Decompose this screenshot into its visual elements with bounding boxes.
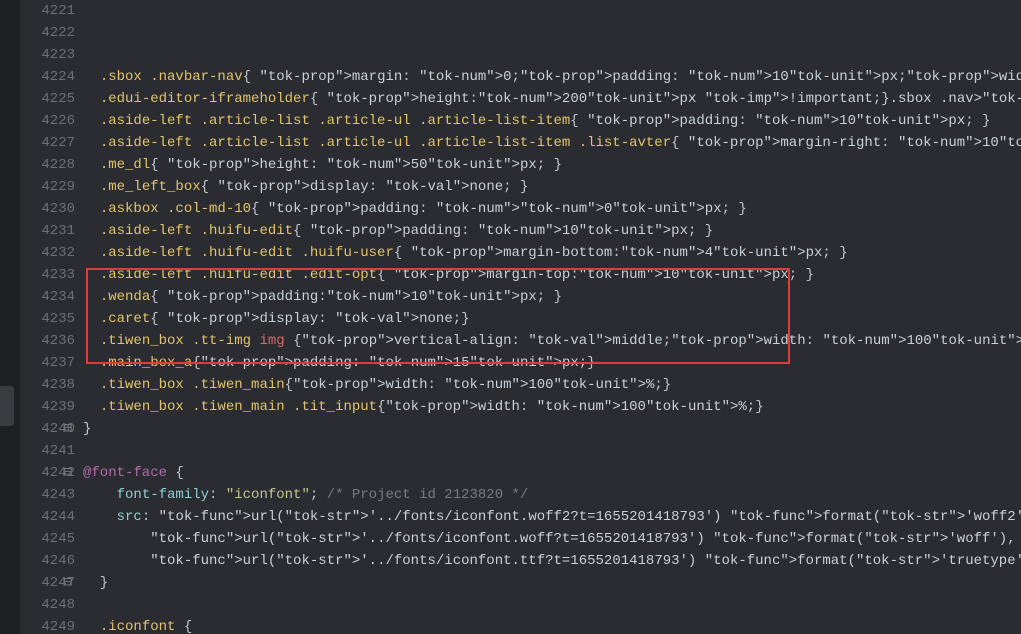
code-line[interactable]: }: [83, 418, 1021, 440]
minimap-nub[interactable]: [0, 386, 14, 426]
code-line[interactable]: .aside-left .huifu-edit .huifu-user{ "to…: [83, 242, 1021, 264]
code-line[interactable]: .sbox .navbar-nav{ "tok-prop">margin: "t…: [83, 66, 1021, 88]
line-number[interactable]: 4242: [20, 462, 75, 484]
line-number[interactable]: 4231: [20, 220, 75, 242]
line-number[interactable]: 4243: [20, 484, 75, 506]
code-line[interactable]: .aside-left .huifu-edit .edit-opt{ "tok-…: [83, 264, 1021, 286]
line-number[interactable]: 4229: [20, 176, 75, 198]
code-line[interactable]: .wenda{ "tok-prop">padding:"tok-num">10"…: [83, 286, 1021, 308]
line-number[interactable]: 4236: [20, 330, 75, 352]
code-line[interactable]: .aside-left .article-list .article-ul .a…: [83, 110, 1021, 132]
code-line[interactable]: [83, 440, 1021, 462]
code-line[interactable]: .tiwen_box .tiwen_main .tit_input{"tok-p…: [83, 396, 1021, 418]
line-number[interactable]: 4233: [20, 264, 75, 286]
code-line[interactable]: .tiwen_box .tt-img img {"tok-prop">verti…: [83, 330, 1021, 352]
line-number[interactable]: 4234: [20, 286, 75, 308]
code-line[interactable]: .me_dl{ "tok-prop">height: "tok-num">50"…: [83, 154, 1021, 176]
line-number[interactable]: 4222: [20, 22, 75, 44]
code-line[interactable]: font-family: "iconfont"; /* Project id 2…: [83, 484, 1021, 506]
code-line[interactable]: .edui-editor-iframeholder{ "tok-prop">he…: [83, 88, 1021, 110]
line-number[interactable]: 4235: [20, 308, 75, 330]
line-number[interactable]: 4226: [20, 110, 75, 132]
line-number[interactable]: 4223: [20, 44, 75, 66]
code-line[interactable]: .aside-left .article-list .article-ul .a…: [83, 132, 1021, 154]
code-line[interactable]: .aside-left .huifu-edit{ "tok-prop">padd…: [83, 220, 1021, 242]
code-line[interactable]: .main_box_a{"tok-prop">padding: "tok-num…: [83, 352, 1021, 374]
code-line[interactable]: .tiwen_box .tiwen_main{"tok-prop">width:…: [83, 374, 1021, 396]
code-line[interactable]: .me_left_box{ "tok-prop">display: "tok-v…: [83, 176, 1021, 198]
code-area[interactable]: .sbox .navbar-nav{ "tok-prop">margin: "t…: [83, 0, 1021, 634]
code-line[interactable]: .iconfont {: [83, 616, 1021, 634]
code-line[interactable]: .askbox .col-md-10{ "tok-prop">padding: …: [83, 198, 1021, 220]
line-number[interactable]: 4221: [20, 0, 75, 22]
line-number[interactable]: 4237: [20, 352, 75, 374]
editor-left-strip: [0, 0, 20, 634]
code-line[interactable]: "tok-func">url("tok-str">'../fonts/iconf…: [83, 528, 1021, 550]
line-number[interactable]: 4248: [20, 594, 75, 616]
line-number[interactable]: 4232: [20, 242, 75, 264]
code-editor: 4221422242234224422542264227422842294230…: [0, 0, 1021, 634]
code-line[interactable]: [83, 594, 1021, 616]
line-number-gutter[interactable]: 4221422242234224422542264227422842294230…: [20, 0, 83, 634]
code-line[interactable]: "tok-func">url("tok-str">'../fonts/iconf…: [83, 550, 1021, 572]
line-number[interactable]: 4238: [20, 374, 75, 396]
line-number[interactable]: 4249: [20, 616, 75, 634]
code-line[interactable]: }: [83, 572, 1021, 594]
line-number[interactable]: 4247: [20, 572, 75, 594]
line-number[interactable]: 4227: [20, 132, 75, 154]
line-number[interactable]: 4228: [20, 154, 75, 176]
line-number[interactable]: 4224: [20, 66, 75, 88]
line-number[interactable]: 4241 ⊟: [20, 440, 75, 462]
line-number[interactable]: 4240: [20, 418, 75, 440]
code-line[interactable]: .caret{ "tok-prop">display: "tok-val">no…: [83, 308, 1021, 330]
line-number[interactable]: 4239 ⊟: [20, 396, 75, 418]
line-number[interactable]: 4225: [20, 88, 75, 110]
line-number[interactable]: 4246 ⊟: [20, 550, 75, 572]
line-number[interactable]: 4245: [20, 528, 75, 550]
code-line[interactable]: @font-face {: [83, 462, 1021, 484]
line-number[interactable]: 4230: [20, 198, 75, 220]
line-number[interactable]: 4244: [20, 506, 75, 528]
code-line[interactable]: src: "tok-func">url("tok-str">'../fonts/…: [83, 506, 1021, 528]
